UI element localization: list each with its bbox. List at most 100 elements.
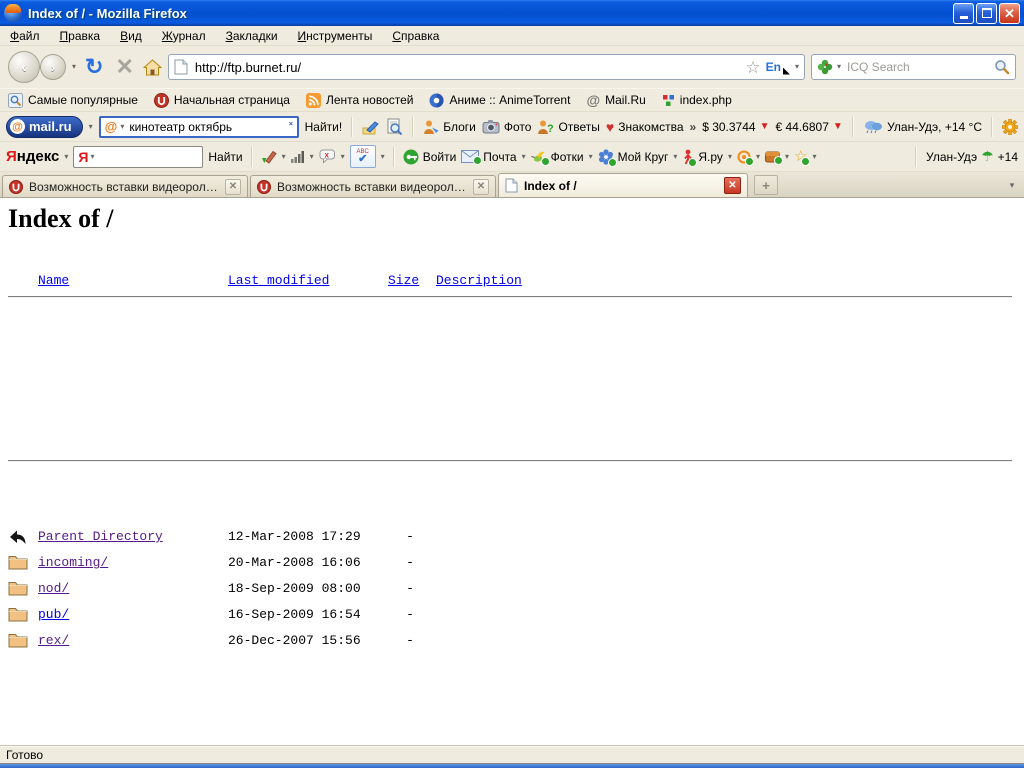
yandex-yaru-link[interactable]: Я.ру xyxy=(682,149,723,167)
eur-rate[interactable]: € 44.6807 ▼ xyxy=(775,120,842,134)
mailru-search-scope-icon[interactable]: ▾ xyxy=(120,122,124,131)
mailru-find-button[interactable]: Найти! xyxy=(305,120,343,134)
key-icon xyxy=(403,149,419,164)
usd-rate[interactable]: $ 30.3744 ▼ xyxy=(702,120,769,134)
bookmark-most-visited[interactable]: Самые популярные xyxy=(8,92,138,108)
reload-button[interactable]: ↻ xyxy=(82,56,106,78)
mailru-answers-link[interactable]: ? Ответы xyxy=(537,119,600,135)
url-dropdown-icon[interactable]: ▾ xyxy=(795,63,799,71)
column-name[interactable]: Name xyxy=(38,272,69,290)
dir-link[interactable]: Parent Directory xyxy=(38,524,163,550)
tab-active[interactable]: Index of / ✕ xyxy=(498,173,748,197)
splitter-handle[interactable] xyxy=(250,146,253,167)
punto-lang-indicator: En xyxy=(765,60,781,74)
dropdown-icon[interactable]: ▾ xyxy=(310,152,314,161)
dir-link[interactable]: incoming/ xyxy=(38,550,108,576)
mailru-logo-dropdown-icon[interactable]: ▾ xyxy=(89,122,93,131)
firefox-icon xyxy=(4,4,22,22)
dropdown-icon[interactable]: ▾ xyxy=(785,152,789,161)
yandex-logo-button[interactable]: Яндекс xyxy=(6,148,59,165)
mailru-blogs-link[interactable]: Блоги xyxy=(423,119,476,135)
forward-button[interactable]: › xyxy=(40,54,66,80)
mailru-search-input[interactable] xyxy=(127,118,286,135)
dir-link[interactable]: pub/ xyxy=(38,602,69,628)
bookmark-label: Самые популярные xyxy=(28,93,138,107)
yandex-weather-link[interactable]: Улан-Удэ ☂ +14 xyxy=(926,148,1018,165)
stop-button[interactable]: ✕ xyxy=(112,56,136,78)
yandex-moikrug-link[interactable]: Мой Круг xyxy=(598,148,668,167)
column-size[interactable]: Size xyxy=(388,272,419,290)
back-button[interactable]: ‹ xyxy=(8,51,40,83)
yandex-traffic-button[interactable] xyxy=(290,150,305,163)
menu-history[interactable]: Журнал xyxy=(152,27,216,45)
mailru-search-dropdown-icon[interactable]: ˟ xyxy=(289,121,293,133)
yandex-wallet-button[interactable] xyxy=(764,150,783,165)
mailru-settings-button[interactable] xyxy=(1002,118,1018,135)
mailru-overflow-chevron[interactable]: » xyxy=(690,120,697,134)
menu-view[interactable]: Вид xyxy=(110,27,152,45)
tab-close-icon[interactable]: ✕ xyxy=(724,177,741,194)
yandex-find-button[interactable]: Найти xyxy=(208,150,242,164)
dropdown-icon[interactable]: ▾ xyxy=(381,152,385,161)
tab-background-1[interactable]: Возможность вставки видеороликов ... ✕ xyxy=(2,175,248,197)
restore-button[interactable] xyxy=(976,2,997,24)
column-description[interactable]: Description xyxy=(436,272,522,290)
bookmark-mailru[interactable]: @ Mail.Ru xyxy=(586,92,645,108)
close-button[interactable]: ✕ xyxy=(999,2,1020,24)
yandex-money-button[interactable] xyxy=(737,150,754,166)
mailru-logo-button[interactable]: @ mail.ru xyxy=(6,115,83,138)
home-button[interactable] xyxy=(142,58,162,76)
dropdown-icon[interactable]: ▾ xyxy=(812,152,816,161)
mailru-photo-link[interactable]: Фото xyxy=(482,119,531,134)
history-dropdown-icon[interactable]: ▾ xyxy=(72,63,76,71)
bookmark-anime-torrent[interactable]: Аниме :: AnimeTorrent xyxy=(429,93,570,108)
mailru-preview-button[interactable] xyxy=(386,118,403,135)
mailru-weather-link[interactable]: Улан-Удэ, +14 °C xyxy=(863,119,982,134)
yandex-input-dropdown-icon[interactable]: ▾ xyxy=(90,152,94,161)
yandex-mail-link[interactable]: Почта xyxy=(461,150,517,165)
yandex-favorites-button[interactable]: ☆ xyxy=(794,149,811,166)
minimize-button[interactable] xyxy=(953,2,974,24)
dropdown-icon[interactable]: ▾ xyxy=(282,152,286,161)
dropdown-icon[interactable]: ▾ xyxy=(673,152,677,161)
yandex-search-input[interactable] xyxy=(96,148,199,165)
bookmark-home-page[interactable]: Начальная страница xyxy=(153,92,290,108)
search-input[interactable] xyxy=(845,59,990,75)
yandex-login-link[interactable]: Войти xyxy=(403,149,456,165)
menu-edit[interactable]: Правка xyxy=(50,27,111,45)
column-last-modified[interactable]: Last modified xyxy=(228,272,329,290)
bookmark-news-feed[interactable]: Лента новостей xyxy=(305,92,413,108)
dropdown-icon[interactable]: ▾ xyxy=(728,152,732,161)
url-input[interactable] xyxy=(192,58,741,76)
yandex-logo-dropdown-icon[interactable]: ▾ xyxy=(64,152,68,161)
mailru-dating-link[interactable]: ♥ Знакомства xyxy=(606,120,684,134)
dir-link[interactable]: nod/ xyxy=(38,576,69,602)
size-value: - xyxy=(406,633,414,648)
svg-text:x: x xyxy=(324,151,329,160)
separator xyxy=(991,116,993,137)
yandex-fotki-link[interactable]: Фотки xyxy=(530,150,584,166)
tab-background-2[interactable]: Возможность вставки видеороликов ... ✕ xyxy=(250,175,496,197)
tab-list-dropdown-icon[interactable]: ▾ xyxy=(1003,176,1021,194)
dir-link[interactable]: rex/ xyxy=(38,628,69,654)
yandex-edit-button[interactable] xyxy=(261,149,277,165)
dropdown-icon[interactable]: ▾ xyxy=(522,152,526,161)
menu-bookmarks[interactable]: Закладки xyxy=(216,27,288,45)
yandex-spellcheck-button[interactable]: ABC ✔ xyxy=(349,145,376,168)
menu-help[interactable]: Справка xyxy=(382,27,449,45)
bookmark-star-icon[interactable]: ☆ xyxy=(745,59,760,76)
dropdown-icon[interactable]: ▾ xyxy=(589,152,593,161)
tab-close-icon[interactable]: ✕ xyxy=(473,178,489,195)
search-engine-dropdown-icon[interactable]: ▾ xyxy=(837,63,841,71)
mailru-at-icon: @ xyxy=(10,119,25,134)
bookmark-index-php[interactable]: index.php xyxy=(662,93,732,107)
menu-tools[interactable]: Инструменты xyxy=(288,27,383,45)
menu-file[interactable]: Файл xyxy=(0,27,50,45)
mailru-compose-button[interactable] xyxy=(362,119,380,135)
yandex-comments-button[interactable]: x xyxy=(319,149,336,164)
dropdown-icon[interactable]: ▾ xyxy=(341,152,345,161)
tab-close-icon[interactable]: ✕ xyxy=(225,178,241,195)
new-tab-button[interactable]: + xyxy=(754,175,778,195)
search-go-icon[interactable] xyxy=(994,59,1010,75)
dropdown-icon[interactable]: ▾ xyxy=(756,152,760,161)
